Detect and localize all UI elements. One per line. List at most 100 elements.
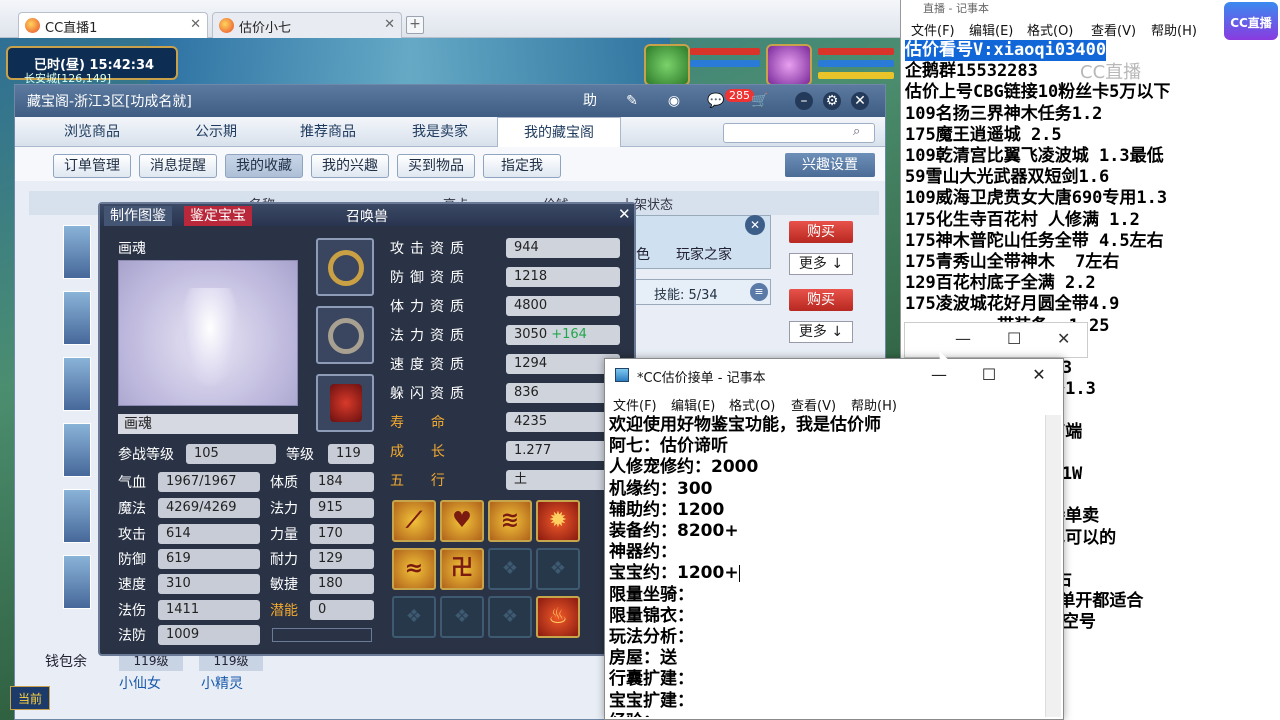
sub-assigned[interactable]: 指定我 [483,154,561,178]
skill-slash-icon[interactable]: ⟋ [392,500,436,542]
interest-settings-button[interactable]: 兴趣设置 [785,153,875,177]
list-item-thumb[interactable] [63,357,91,411]
tab-browse[interactable]: 浏览商品 [37,117,147,147]
close-icon[interactable]: ✕ [745,215,765,235]
tab-close-icon[interactable]: ✕ [190,17,201,32]
minimize-icon[interactable]: – [795,92,813,110]
stat-label: 体质 [270,475,298,491]
skill-rune-icon[interactable]: 卍 [440,548,484,590]
list-icon[interactable]: ≡ [750,283,768,301]
sub-orders[interactable]: 订单管理 [53,154,131,178]
notepad-line-text: 玩法分析： [609,627,694,648]
decor-pattern [272,628,372,642]
list-item-thumb[interactable] [63,423,91,477]
equip-slot-ring[interactable] [316,238,374,296]
pet-avatar[interactable] [644,44,690,86]
skill-fire-icon[interactable]: ✹ [536,500,580,542]
search-icon[interactable]: ⌕ [853,124,860,139]
current-channel-button[interactable]: 当前 [10,686,50,710]
menu-file[interactable]: 文件(F) [911,20,955,39]
notepad-line: 神器约： [609,542,1061,563]
skill-flame-icon[interactable]: ♨ [536,596,580,638]
player-home-link[interactable]: 玩家之家 [676,244,732,264]
aptitude-label-element: 五 行 [390,473,451,489]
buy-button[interactable]: 购买 [789,221,853,243]
notepad-line: 175魔王逍遥城 2.5 [905,124,1062,145]
sub-purchased[interactable]: 买到物品 [397,154,475,178]
menu-file[interactable]: 文件(F) [613,395,657,414]
gear-icon[interactable]: ⚙ [823,92,841,110]
tab-public[interactable]: 公示期 [161,117,271,147]
tab-seller[interactable]: 我是卖家 [385,117,495,147]
stat-value: 180 [310,574,374,594]
skill-claw-icon[interactable]: ≋ [488,500,532,542]
list-item-thumb[interactable] [63,225,91,279]
player-avatar[interactable] [766,44,812,86]
pet-mp-bar [690,60,760,67]
menu-help[interactable]: 帮助(H) [851,395,897,414]
aptitude-label: 防御资质 [390,270,470,286]
close-icon[interactable]: ✕ [851,92,869,110]
stat-label: 法伤 [118,603,146,619]
menu-view[interactable]: 查看(V) [791,395,836,414]
hammer-icon[interactable]: ✎ [623,92,641,110]
more-button[interactable]: 更多 ↓ [789,253,853,275]
menu-edit[interactable]: 编辑(E) [969,20,1013,39]
close-icon[interactable]: ✕ [1019,363,1059,387]
pet-species-name: 画魂 [118,241,146,257]
stat-value: 1411 [158,600,260,620]
notepad-line: 175神木普陀山任务全带 4.5左右 [905,230,1164,251]
list-item-name[interactable]: 小精灵 [201,673,243,693]
menu-format[interactable]: 格式(O) [1027,20,1073,39]
ring-icon [328,250,364,286]
sub-interests[interactable]: 我的兴趣 [311,154,389,178]
vertical-scrollbar[interactable] [1045,415,1061,717]
equip-slot-armor[interactable] [316,374,374,432]
sub-favorites[interactable]: 我的收藏 [225,154,303,178]
menu-help[interactable]: 帮助(H) [1151,20,1197,39]
list-item-name[interactable]: 小仙女 [119,673,161,693]
buy-button[interactable]: 购买 [789,289,853,311]
stat-label-potential: 潜能 [270,603,298,619]
aptitude-value: 4800 [506,296,620,316]
tab-identify-pet[interactable]: 鉴定宝宝 [184,206,252,226]
list-item-thumb[interactable] [63,555,91,609]
help-icon[interactable]: 助 [581,92,599,110]
notepad-line: 129百花村底子全满 2.2 [905,273,1096,294]
skill-heart-icon[interactable]: ♥ [440,500,484,542]
chat-icon[interactable]: 💬 [707,92,725,110]
browser-tab-cc-live[interactable]: CC直播1 ✕ [18,12,208,38]
menu-view[interactable]: 查看(V) [1091,20,1136,39]
menu-format[interactable]: 格式(O) [729,395,775,414]
skill-wave-icon[interactable]: ≈ [392,548,436,590]
new-tab-button[interactable]: + [406,16,424,34]
list-item-thumb[interactable] [63,291,91,345]
maximize-icon[interactable]: ☐ [969,363,1009,387]
tab-my-cangbaoge[interactable]: 我的藏宝阁 [497,117,621,147]
notepad-order-text[interactable]: 欢迎使用好物鉴宝功能，我是估价师 阿七：估价谛听 人修宠修约：2000 机缘约：300… [609,415,1061,717]
aptitude-value: 土 [506,470,620,490]
tab-close-icon[interactable]: ✕ [384,17,395,32]
sub-messages[interactable]: 消息提醒 [139,154,217,178]
close-icon[interactable]: ✕ [618,205,631,223]
notepad-icon [615,368,629,382]
aptitude-value-mana: 3050 +164 [506,325,620,345]
record-icon[interactable]: ◉ [665,92,683,110]
maximize-icon[interactable]: ☐ [1007,329,1021,348]
tab-make-handbook[interactable]: 制作图鉴 [104,206,172,226]
more-label: 更多 [798,324,827,340]
notepad-line: 限量锦衣： [609,606,1061,627]
menu-edit[interactable]: 编辑(E) [671,395,715,414]
notepad-line-text: 行囊扩建： [609,669,694,690]
browser-tab-appraiser[interactable]: 估价小七 ✕ [212,12,402,38]
equip-slot-ring[interactable] [316,306,374,364]
skill-empty-slot: ❖ [392,596,436,638]
cart-icon[interactable]: 🛒 [751,92,769,110]
minimize-icon[interactable]: — [955,329,971,348]
tab-recommended[interactable]: 推荐商品 [273,117,383,147]
list-item-thumb[interactable] [63,489,91,543]
stat-value: 1967/1967 [158,472,260,492]
close-icon[interactable]: ✕ [1057,329,1070,348]
stat-label: 力量 [270,527,298,543]
more-button[interactable]: 更多 ↓ [789,321,853,343]
